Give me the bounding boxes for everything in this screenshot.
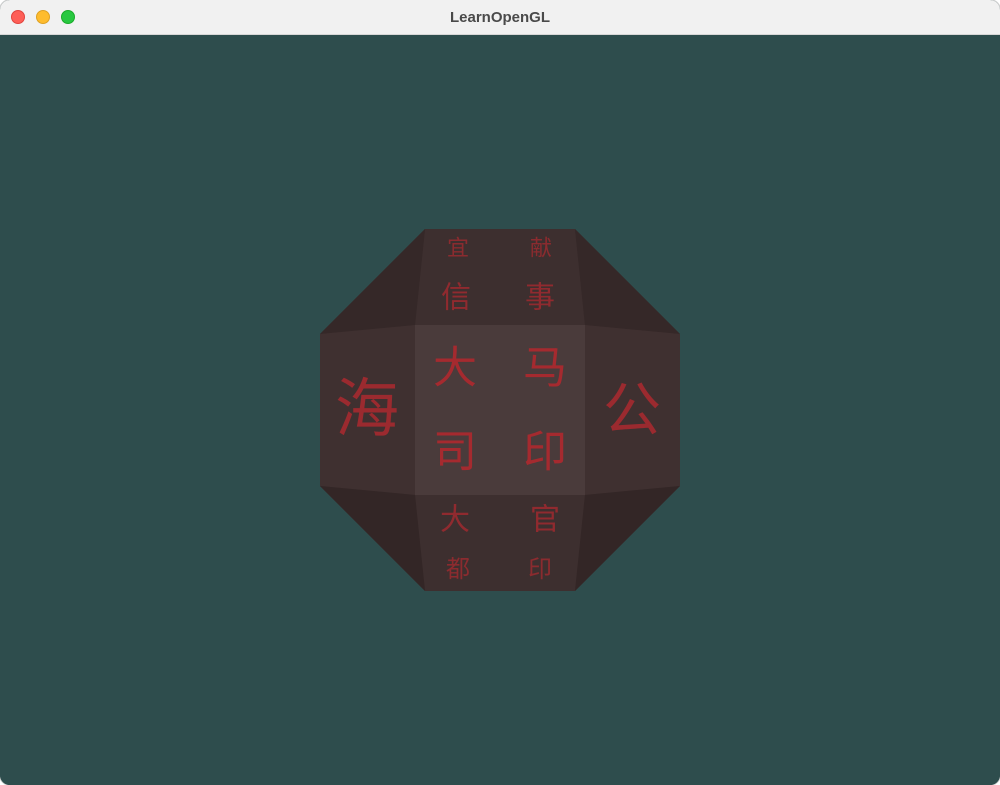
top-glyph-3: 信 — [441, 281, 471, 316]
front-glyph-4: 印 — [523, 427, 567, 478]
window-title: LearnOpenGL — [449, 9, 550, 26]
top-glyph-1: 宜 — [447, 237, 469, 262]
cube-facet-top-right — [575, 229, 680, 334]
bottom-glyph-1: 大 — [440, 503, 470, 538]
right-glyph: 公 — [603, 376, 661, 444]
bottom-glyph-3: 都 — [446, 555, 470, 583]
left-glyph: 海 — [335, 373, 399, 447]
front-glyph-2: 马 — [523, 343, 567, 394]
title-bar[interactable]: LearnOpenGL — [0, 0, 1000, 35]
bottom-glyph-4: 印 — [528, 555, 552, 583]
front-glyph-3: 司 — [433, 427, 477, 478]
app-window: LearnOpenGL 宜 献 信 事 大 马 司 印 大 官 都 印 海 公 — [0, 0, 1000, 785]
cube-facet-bottom-right — [575, 486, 680, 591]
cube-facet-top-left — [320, 229, 425, 334]
bottom-glyph-2: 官 — [530, 503, 560, 538]
cube-render: 宜 献 信 事 大 马 司 印 大 官 都 印 海 公 — [320, 229, 680, 591]
top-glyph-2: 献 — [530, 237, 552, 262]
cube-facet-bottom-left — [320, 486, 425, 591]
front-glyph-1: 大 — [433, 343, 477, 394]
opengl-viewport[interactable]: 宜 献 信 事 大 马 司 印 大 官 都 印 海 公 — [0, 35, 1000, 785]
top-glyph-4: 事 — [525, 281, 555, 316]
